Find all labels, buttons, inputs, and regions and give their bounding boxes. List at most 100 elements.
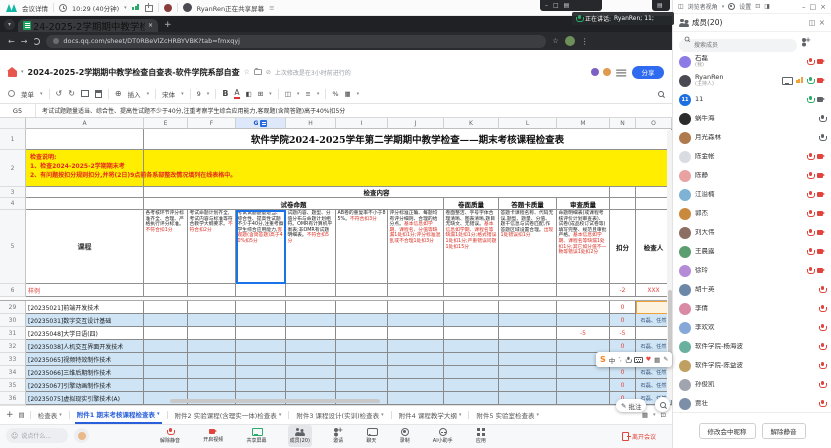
sheet-tab[interactable]: 附件5 实验室检查表▾ bbox=[474, 406, 541, 424]
leave-meeting-button[interactable]: 离开会议 bbox=[622, 424, 656, 448]
mic-muted-icon[interactable] bbox=[819, 381, 825, 389]
cell[interactable]: -5 bbox=[557, 327, 610, 340]
member-row[interactable]: RyanRen(主持人) bbox=[673, 71, 831, 90]
align-icon[interactable]: ≡ bbox=[305, 90, 310, 98]
column-header[interactable]: E bbox=[144, 118, 188, 129]
cell[interactable] bbox=[388, 301, 444, 314]
member-row[interactable]: 王晨露 bbox=[673, 242, 831, 261]
add-sheet-button[interactable]: + bbox=[6, 410, 14, 420]
mic-muted-icon[interactable] bbox=[819, 324, 825, 332]
mic-muted-icon[interactable] bbox=[819, 343, 825, 351]
mic-muted-icon[interactable] bbox=[807, 210, 813, 218]
sample-label-cell[interactable]: 样例 bbox=[26, 284, 144, 297]
cell[interactable] bbox=[236, 379, 286, 392]
mic-muted-icon[interactable] bbox=[819, 305, 825, 313]
cell[interactable] bbox=[444, 340, 499, 353]
cell[interactable] bbox=[444, 327, 499, 340]
cell[interactable] bbox=[286, 327, 336, 340]
font-size-select[interactable]: 9 bbox=[197, 90, 201, 98]
row-number[interactable]: 33 bbox=[0, 353, 26, 366]
cell[interactable] bbox=[499, 379, 557, 392]
row-number[interactable]: 6 bbox=[0, 284, 26, 297]
favorite-star-icon[interactable]: ☆ bbox=[244, 68, 250, 76]
cell[interactable] bbox=[499, 340, 557, 353]
start-video-button[interactable]: 开启视频 bbox=[201, 425, 225, 447]
meeting-timer[interactable]: 10:29 (40分钟) bbox=[72, 3, 119, 13]
cell[interactable] bbox=[188, 379, 236, 392]
grid-view-icon[interactable]: ▦ bbox=[345, 90, 351, 98]
row-number[interactable]: 4 bbox=[0, 198, 26, 210]
cell[interactable] bbox=[388, 392, 444, 405]
forward-icon[interactable]: → bbox=[21, 37, 28, 46]
format-painter-icon[interactable] bbox=[95, 90, 102, 98]
column-header[interactable]: I bbox=[336, 118, 388, 129]
member-row[interactable]: 石磊(我) bbox=[673, 52, 831, 71]
cell[interactable] bbox=[144, 301, 188, 314]
menu-button[interactable]: 菜单 bbox=[21, 89, 34, 99]
apps-button[interactable]: 应用 bbox=[474, 425, 488, 447]
search-icon[interactable] bbox=[658, 91, 664, 97]
cell[interactable] bbox=[26, 150, 144, 187]
criteria-cell[interactable]: 评分标准正确、每题均有评分细则、合理的给分点。基本信息如学期、课程名、分值等缺漏… bbox=[388, 210, 444, 284]
view-mode-select[interactable]: 浏览者视角 bbox=[688, 2, 718, 11]
criteria-cell[interactable]: AB卷的重复率不小于85%。不符合扣3分 bbox=[336, 210, 388, 284]
cell[interactable] bbox=[144, 314, 188, 327]
sheet-tab-active[interactable]: 附件1 期末考核课程检查表▾ bbox=[75, 406, 162, 424]
deduction-cell[interactable]: 0 bbox=[610, 301, 636, 314]
cell[interactable] bbox=[557, 379, 610, 392]
view-mode-icon[interactable]: ▦ bbox=[642, 411, 648, 419]
cell[interactable] bbox=[444, 366, 499, 379]
cell-reference-box[interactable]: G5 bbox=[0, 104, 36, 117]
cell[interactable] bbox=[444, 392, 499, 405]
minimize-icon[interactable]: – bbox=[802, 3, 806, 11]
criteria-cell[interactable]: 命题明细表(或课程考核评价计划审查表)、试卷(成品校订试卷等)填写完整、规范且审… bbox=[557, 210, 610, 284]
minimize-icon[interactable]: – bbox=[545, 2, 548, 9]
member-row[interactable]: 李倩 bbox=[673, 299, 831, 318]
camera-off-icon[interactable] bbox=[817, 154, 825, 160]
close-icon[interactable]: × bbox=[820, 3, 826, 11]
chat-button[interactable]: 聊天 bbox=[364, 425, 378, 447]
cell[interactable] bbox=[236, 327, 286, 340]
sogou-logo-icon[interactable]: S bbox=[600, 355, 606, 364]
insert-icon[interactable]: ⊕ bbox=[115, 89, 122, 98]
ime-mode-chinese[interactable]: 中 bbox=[609, 355, 616, 365]
cell[interactable] bbox=[286, 353, 336, 366]
redo-icon[interactable]: ↻ bbox=[68, 89, 75, 98]
skin-icon[interactable]: ♥ bbox=[646, 356, 651, 363]
member-row[interactable]: 贾壮 bbox=[673, 394, 831, 412]
column-header[interactable]: K bbox=[444, 118, 499, 129]
unmute-button[interactable]: 解除静音 bbox=[158, 425, 182, 447]
search-input[interactable] bbox=[679, 39, 797, 52]
cell[interactable] bbox=[188, 301, 236, 314]
add-member-icon[interactable] bbox=[801, 38, 811, 46]
criteria-cell[interactable]: 试题内容、题型、分值分布与命题计划相符。OMR有计算机平衡表;非OMR有试题明细… bbox=[286, 210, 336, 284]
network-icon[interactable] bbox=[798, 79, 800, 83]
row-number[interactable]: 1 bbox=[0, 129, 26, 150]
cell[interactable] bbox=[188, 284, 236, 297]
column-header[interactable]: L bbox=[499, 118, 557, 129]
handwriting-icon[interactable]: ✎ bbox=[663, 356, 668, 363]
list-view-icon[interactable]: ▤ bbox=[564, 2, 570, 9]
cell[interactable] bbox=[236, 366, 286, 379]
font-select[interactable]: 宋体 bbox=[162, 89, 175, 99]
record-dot-icon[interactable] bbox=[164, 4, 172, 12]
cell[interactable] bbox=[286, 340, 336, 353]
mic-muted-icon[interactable] bbox=[807, 172, 813, 180]
sheet-tab[interactable]: 检查表▾ bbox=[36, 406, 64, 424]
reload-icon[interactable] bbox=[33, 38, 40, 45]
member-row[interactable]: 陈金帐 bbox=[673, 147, 831, 166]
row-number[interactable]: 35 bbox=[0, 379, 26, 392]
camera-icon[interactable] bbox=[817, 97, 825, 103]
unmute-button[interactable]: 解除静音 bbox=[762, 423, 806, 439]
invite-button[interactable]: 邀请 bbox=[331, 425, 345, 447]
formula-value[interactable]: 考试试题题量适当、综合性、提高性试题不少于40分,注重考察学生综合应用能力,客观… bbox=[36, 106, 672, 115]
row-number[interactable]: 2 bbox=[0, 150, 26, 187]
member-row[interactable]: 蜗牛海 bbox=[673, 109, 831, 128]
deduction-header-cell[interactable]: 扣分 bbox=[610, 210, 636, 284]
member-row[interactable]: 1111 bbox=[673, 90, 831, 109]
row-number[interactable]: 36 bbox=[0, 392, 26, 405]
docs-home-icon[interactable] bbox=[8, 71, 17, 77]
column-header[interactable]: A bbox=[26, 118, 144, 129]
member-row[interactable]: 刘大伟 bbox=[673, 223, 831, 242]
cell[interactable] bbox=[236, 284, 286, 297]
